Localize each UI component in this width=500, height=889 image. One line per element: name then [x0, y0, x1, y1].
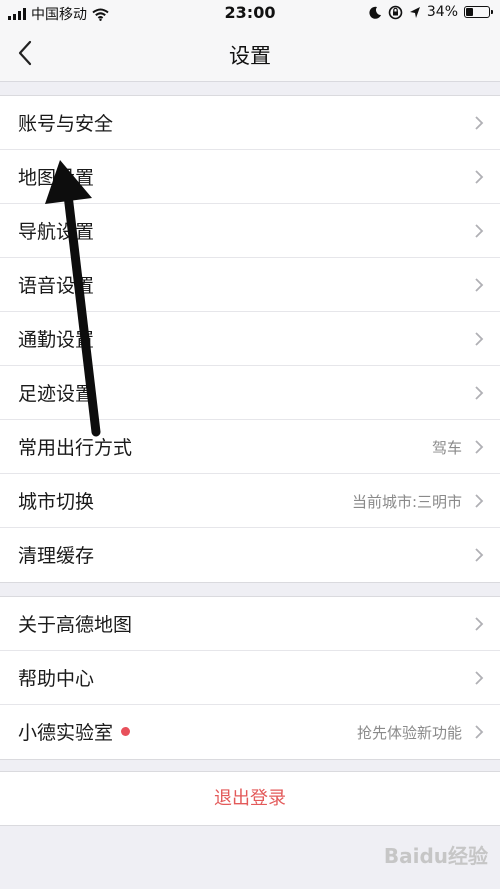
- row-label: 常用出行方式: [18, 437, 133, 459]
- row-label: 导航设置: [18, 221, 95, 243]
- logout-button[interactable]: 退出登录: [0, 771, 500, 826]
- settings-group-about: 关于高德地图 帮助中心 小德实验室 抢先体验新功能: [0, 596, 500, 760]
- new-badge-dot: [121, 727, 131, 736]
- row-label: 语音设置: [18, 275, 95, 297]
- row-value: 驾车: [431, 439, 462, 457]
- row-account-security[interactable]: 账号与安全: [0, 96, 500, 150]
- chevron-right-icon: [475, 224, 484, 238]
- row-label: 关于高德地图: [18, 614, 133, 636]
- row-label: 小德实验室: [18, 718, 131, 745]
- row-label-text: 小德实验室: [18, 722, 114, 744]
- row-help-center[interactable]: 帮助中心: [0, 651, 500, 705]
- nav-bar: 设置: [0, 26, 500, 82]
- page-title: 设置: [229, 44, 271, 68]
- row-map-settings[interactable]: 地图设置: [0, 150, 500, 204]
- moon-icon: [369, 6, 381, 19]
- row-commute-settings[interactable]: 通勤设置: [0, 312, 500, 366]
- chevron-right-icon: [475, 440, 484, 454]
- chevron-right-icon: [475, 278, 484, 292]
- chevron-right-icon: [475, 332, 484, 346]
- row-about[interactable]: 关于高德地图: [0, 597, 500, 651]
- chevron-right-icon: [475, 725, 484, 739]
- row-label: 城市切换: [18, 491, 95, 513]
- row-label: 清理缓存: [18, 545, 95, 567]
- chevron-right-icon: [475, 170, 484, 184]
- battery-level: [466, 8, 473, 16]
- row-label: 帮助中心: [18, 668, 95, 690]
- battery-icon: [464, 6, 493, 18]
- watermark: Baidu经验: [383, 844, 488, 868]
- row-navigation-settings[interactable]: 导航设置: [0, 204, 500, 258]
- chevron-right-icon: [475, 617, 484, 631]
- chevron-right-icon: [475, 548, 484, 562]
- chevron-right-icon: [475, 671, 484, 685]
- row-clear-cache[interactable]: 清理缓存: [0, 528, 500, 582]
- row-voice-settings[interactable]: 语音设置: [0, 258, 500, 312]
- row-value: 当前城市:三明市: [351, 493, 462, 511]
- row-city-switch[interactable]: 城市切换 当前城市:三明市: [0, 474, 500, 528]
- rotation-lock-icon: [388, 5, 403, 19]
- location-arrow-icon: [409, 6, 420, 18]
- settings-group-main: 账号与安全 地图设置 导航设置 语音设置 通勤设置 足迹设置 常用出行方式 驾车…: [0, 95, 500, 583]
- row-label: 地图设置: [18, 167, 95, 189]
- row-footprint-settings[interactable]: 足迹设置: [0, 366, 500, 420]
- row-travel-mode[interactable]: 常用出行方式 驾车: [0, 420, 500, 474]
- chevron-right-icon: [475, 386, 484, 400]
- row-value: 抢先体验新功能: [356, 724, 462, 742]
- row-label: 足迹设置: [18, 383, 95, 405]
- row-label: 通勤设置: [18, 329, 95, 351]
- row-lab[interactable]: 小德实验室 抢先体验新功能: [0, 705, 500, 759]
- row-label: 账号与安全: [18, 113, 114, 135]
- status-bar: 中国移动 23:00 34%: [0, 0, 500, 26]
- battery-percent: 34%: [426, 4, 458, 20]
- chevron-right-icon: [475, 494, 484, 508]
- chevron-right-icon: [475, 116, 484, 130]
